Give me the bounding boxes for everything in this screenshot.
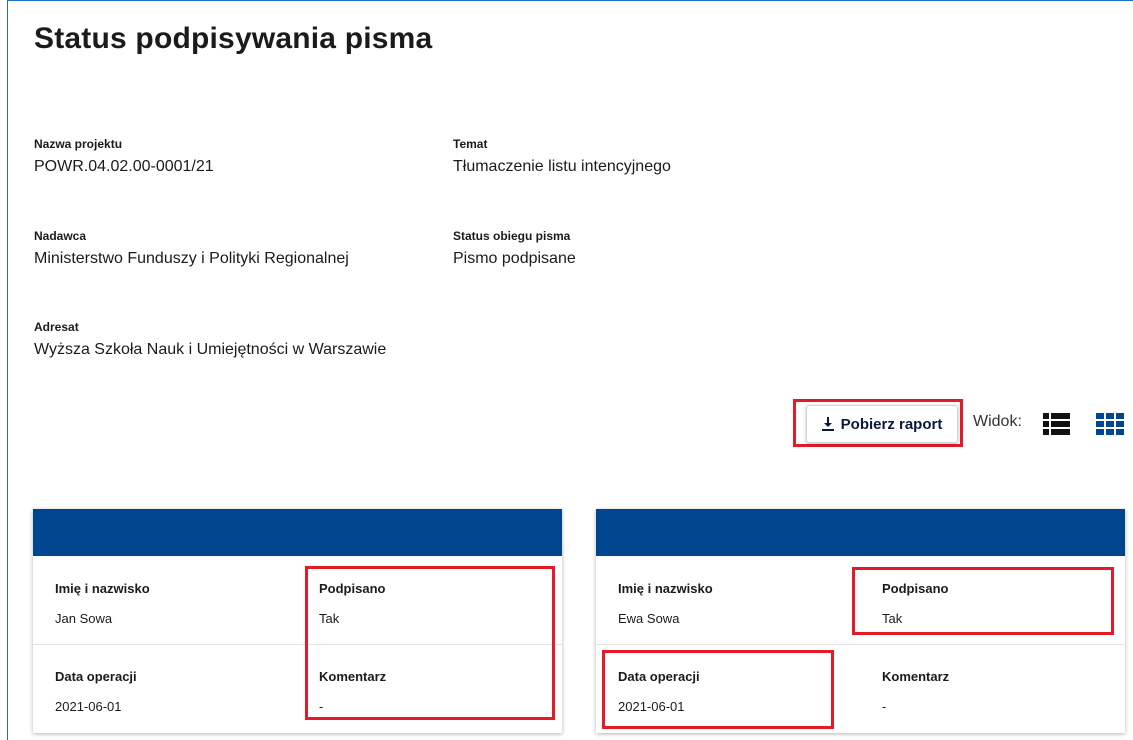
topic-field: Temat Tłumaczenie listu intencyjnego [453, 137, 671, 176]
card-header [596, 509, 1125, 556]
name-label: Imię i nazwisko [618, 581, 713, 596]
signed-comment-highlight [305, 566, 555, 720]
card-header [33, 509, 562, 556]
grid-view-button[interactable] [1096, 413, 1124, 440]
topic-value: Tłumaczenie listu intencyjnego [453, 158, 671, 175]
download-report-label: Pobierz raport [840, 415, 943, 433]
page-title: Status podpisywania pisma [34, 22, 433, 55]
card-date-cell: Data operacji 2021-06-01 [55, 669, 137, 714]
comment-value: - [882, 699, 887, 714]
comment-label: Komentarz [882, 669, 950, 684]
view-label: Widok: [973, 413, 1022, 430]
card-name-cell: Imię i nazwisko Ewa Sowa [618, 581, 713, 626]
list-view-icon [1043, 413, 1070, 435]
card-comment-cell: Komentarz - [882, 669, 949, 714]
topic-label: Temat [453, 137, 488, 151]
date-highlight [602, 650, 834, 729]
download-icon [821, 417, 834, 431]
addressee-field: Adresat Wyższa Szkoła Nauk i Umiejętnośc… [34, 320, 386, 359]
project-label: Nazwa projektu [34, 137, 123, 151]
project-value: POWR.04.02.00-0001/21 [34, 158, 214, 175]
sender-value: Ministerstwo Funduszy i Polityki Regiona… [34, 250, 349, 267]
addressee-label: Adresat [34, 320, 79, 334]
project-field: Nazwa projektu POWR.04.02.00-0001/21 [34, 137, 214, 176]
sender-label: Nadawca [34, 229, 87, 243]
date-value: 2021-06-01 [55, 699, 122, 714]
card-divider [596, 644, 1125, 645]
status-value: Pismo podpisane [453, 250, 576, 267]
name-label: Imię i nazwisko [55, 581, 150, 596]
status-field: Status obiegu pisma Pismo podpisane [453, 229, 576, 268]
date-label: Data operacji [55, 669, 137, 684]
sender-field: Nadawca Ministerstwo Funduszy i Polityki… [34, 229, 349, 268]
addressee-value: Wyższa Szkoła Nauk i Umiejętności w Wars… [34, 341, 387, 358]
name-value: Jan Sowa [55, 611, 113, 626]
grid-view-icon [1096, 413, 1124, 435]
signed-highlight [852, 567, 1114, 635]
list-view-button[interactable] [1043, 413, 1070, 440]
status-label: Status obiegu pisma [453, 229, 571, 243]
card-name-cell: Imię i nazwisko Jan Sowa [55, 581, 150, 626]
name-value: Ewa Sowa [618, 611, 680, 626]
download-report-button[interactable]: Pobierz raport [806, 405, 958, 443]
